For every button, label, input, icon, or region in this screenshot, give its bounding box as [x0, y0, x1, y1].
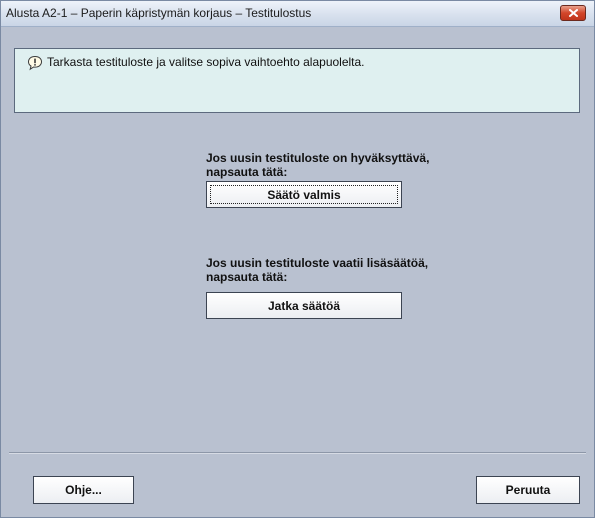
continue-instruction-line2: napsauta tätä: [206, 270, 288, 284]
accept-instruction: Jos uusin testituloste on hyväksyttävä, … [206, 151, 429, 179]
window-title: Alusta A2-1 – Paperin käpristymän korjau… [6, 6, 312, 20]
footer-divider [9, 452, 586, 454]
title-bar[interactable]: Alusta A2-1 – Paperin käpristymän korjau… [1, 1, 594, 27]
close-button[interactable] [560, 5, 586, 21]
accept-instruction-line2: napsauta tätä: [206, 165, 288, 179]
help-button[interactable]: Ohje... [33, 476, 134, 504]
adjustment-done-button[interactable]: Säätö valmis [206, 181, 402, 208]
cancel-button[interactable]: Peruuta [476, 476, 580, 504]
info-speech-icon [27, 55, 43, 71]
close-icon [569, 9, 578, 17]
continue-instruction-line1: Jos uusin testituloste vaatii lisäsäätöä… [206, 256, 429, 270]
dialog-window: Alusta A2-1 – Paperin käpristymän korjau… [0, 0, 595, 518]
continue-instruction: Jos uusin testituloste vaatii lisäsäätöä… [206, 256, 428, 284]
instruction-text: Tarkasta testituloste ja valitse sopiva … [47, 55, 365, 69]
continue-adjustment-button[interactable]: Jatka säätöä [206, 292, 402, 319]
accept-instruction-line1: Jos uusin testituloste on hyväksyttävä, [206, 151, 430, 165]
message-panel: Tarkasta testituloste ja valitse sopiva … [14, 48, 580, 113]
